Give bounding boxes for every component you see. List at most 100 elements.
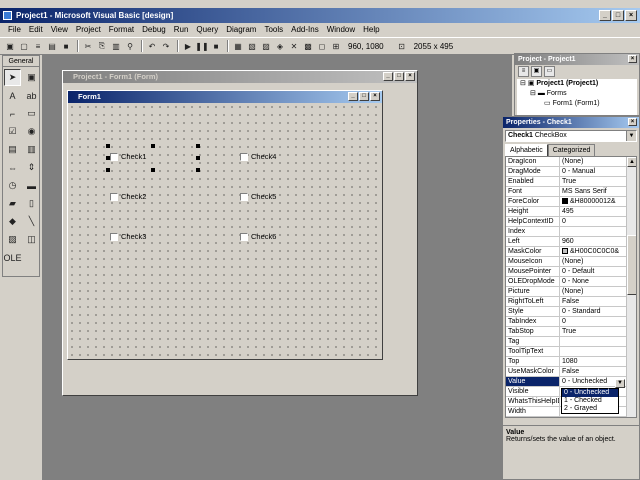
property-row[interactable]: UseMaskColor False xyxy=(506,367,628,377)
designer-maximize-button[interactable]: □ xyxy=(394,72,404,81)
property-value[interactable]: 495 xyxy=(560,207,628,216)
check4-checkbox[interactable]: Check4 xyxy=(240,152,276,161)
property-row[interactable]: DragIcon (None) xyxy=(506,157,628,167)
menu-add-ins[interactable]: Add-Ins xyxy=(287,23,323,37)
checkbox-tool-icon[interactable]: ☑ xyxy=(4,123,21,140)
toolbox-icon[interactable]: ✕ xyxy=(288,40,300,52)
menu-editor-icon[interactable]: ≡ xyxy=(32,40,44,52)
menu-run[interactable]: Run xyxy=(170,23,193,37)
label-tool-icon[interactable]: A xyxy=(4,87,21,104)
property-row[interactable]: Picture (None) xyxy=(506,287,628,297)
property-value[interactable]: 0 - Manual xyxy=(560,167,628,176)
toolbox-tab-general[interactable]: General xyxy=(3,56,39,67)
property-row[interactable]: OLEDropMode 0 - None xyxy=(506,277,628,287)
property-row[interactable]: Value 0 - Unchecked xyxy=(506,377,628,387)
save-project-icon[interactable]: ■ xyxy=(60,40,72,52)
tree-item-forms[interactable]: ⊟ ▬ Forms xyxy=(520,89,637,99)
selection-handle[interactable] xyxy=(106,144,110,148)
property-value[interactable]: False xyxy=(560,367,628,376)
property-row[interactable]: TabIndex 0 xyxy=(506,317,628,327)
tree-item-form1[interactable]: ▭ Form1 (Form1) xyxy=(520,99,637,109)
close-button[interactable]: × xyxy=(625,10,637,21)
property-row[interactable]: Left 960 xyxy=(506,237,628,247)
property-value[interactable]: True xyxy=(560,327,628,336)
designer-close-button[interactable]: × xyxy=(405,72,415,81)
listbox-tool-icon[interactable]: ▥ xyxy=(23,141,40,158)
shape-tool-icon[interactable]: ◆ xyxy=(4,213,21,230)
object-browser-icon[interactable]: ◈ xyxy=(274,40,286,52)
property-value[interactable]: 0 - Standard xyxy=(560,307,628,316)
menu-window[interactable]: Window xyxy=(323,23,359,37)
open-project-icon[interactable]: ▤ xyxy=(46,40,58,52)
find-icon[interactable]: ⚲ xyxy=(124,40,136,52)
chevron-down-icon[interactable]: ▼ xyxy=(626,131,636,141)
optionbutton-tool-icon[interactable]: ◉ xyxy=(23,123,40,140)
property-value[interactable]: MS Sans Serif xyxy=(560,187,628,196)
ole-tool-icon[interactable]: OLE xyxy=(4,249,22,266)
dirlistbox-tool-icon[interactable]: ▰ xyxy=(4,195,21,212)
undo-icon[interactable]: ↶ xyxy=(146,40,158,52)
project-explorer-icon[interactable]: ▦ xyxy=(232,40,244,52)
value-dropdown-button[interactable]: ▼ xyxy=(615,379,625,388)
dropdown-option[interactable]: 2 - Grayed xyxy=(562,405,618,413)
check1-checkbox[interactable]: Check1 xyxy=(110,152,146,161)
scroll-thumb[interactable] xyxy=(627,235,636,295)
menu-edit[interactable]: Edit xyxy=(25,23,47,37)
form1-design-surface[interactable]: Check1 Check2 Check3 Check4 Check5 Check… xyxy=(68,103,382,359)
toggle-folders-icon[interactable]: ▭ xyxy=(544,66,555,77)
paste-icon[interactable]: ▥ xyxy=(110,40,122,52)
property-row[interactable]: Tag xyxy=(506,337,628,347)
check5-checkbox[interactable]: Check5 xyxy=(240,192,276,201)
check6-checkbox[interactable]: Check6 xyxy=(240,232,276,241)
property-row[interactable]: Height 495 xyxy=(506,207,628,217)
property-row[interactable]: HelpContextID 0 xyxy=(506,217,628,227)
property-grid-scrollbar[interactable]: ▲ xyxy=(626,157,636,417)
property-row[interactable]: Index xyxy=(506,227,628,237)
property-value[interactable]: (None) xyxy=(560,257,628,266)
form1-close-button[interactable]: × xyxy=(370,92,380,101)
selection-handle[interactable] xyxy=(106,168,110,172)
selection-handle[interactable] xyxy=(151,168,155,172)
property-value[interactable]: &H80000012& xyxy=(560,197,628,206)
tab-categorized[interactable]: Categorized xyxy=(547,144,596,156)
menu-help[interactable]: Help xyxy=(359,23,383,37)
property-value[interactable]: &H00C0C0C0& xyxy=(560,247,628,256)
property-row[interactable]: RightToLeft False xyxy=(506,297,628,307)
designer-minimize-button[interactable]: _ xyxy=(383,72,393,81)
tree-item-project[interactable]: ⊟ ▣ Project1 (Project1) xyxy=(520,79,637,89)
add-form-icon[interactable]: ▢ xyxy=(18,40,30,52)
selection-handle[interactable] xyxy=(196,156,200,160)
menu-query[interactable]: Query xyxy=(192,23,222,37)
scroll-up-icon[interactable]: ▲ xyxy=(627,157,636,167)
commandbutton-tool-icon[interactable]: ▭ xyxy=(23,105,40,122)
check3-checkbox[interactable]: Check3 xyxy=(110,232,146,241)
property-value[interactable]: 0 xyxy=(560,317,628,326)
redo-icon[interactable]: ↷ xyxy=(160,40,172,52)
property-row[interactable]: MouseIcon (None) xyxy=(506,257,628,267)
property-value[interactable]: 0 - Default xyxy=(560,267,628,276)
property-row[interactable]: MaskColor &H00C0C0C0& xyxy=(506,247,628,257)
image-tool-icon[interactable]: ▨ xyxy=(4,231,21,248)
property-row[interactable]: Top 1080 xyxy=(506,357,628,367)
property-row[interactable]: Enabled True xyxy=(506,177,628,187)
menu-file[interactable]: File xyxy=(4,23,25,37)
property-value[interactable]: True xyxy=(560,177,628,186)
combobox-tool-icon[interactable]: ▤ xyxy=(4,141,21,158)
property-value[interactable]: 960 xyxy=(560,237,628,246)
data-view-icon[interactable]: ▩ xyxy=(302,40,314,52)
property-row[interactable]: DragMode 0 - Manual xyxy=(506,167,628,177)
copy-icon[interactable]: ⎘ xyxy=(96,40,108,52)
add-project-icon[interactable]: ▣ xyxy=(4,40,16,52)
end-icon[interactable]: ■ xyxy=(210,40,222,52)
vscrollbar-tool-icon[interactable]: ⇕ xyxy=(23,159,40,176)
dropdown-option[interactable]: 1 - Checked xyxy=(562,397,618,405)
property-value[interactable]: 0 xyxy=(560,217,628,226)
break-icon[interactable]: ❚❚ xyxy=(195,40,208,52)
property-value[interactable]: False xyxy=(560,297,628,306)
menu-tools[interactable]: Tools xyxy=(260,23,287,37)
property-row[interactable]: ToolTipText xyxy=(506,347,628,357)
property-value[interactable]: 0 - None xyxy=(560,277,628,286)
project-explorer-close-button[interactable]: × xyxy=(628,55,637,63)
textbox-tool-icon[interactable]: ab xyxy=(23,87,40,104)
filelistbox-tool-icon[interactable]: ▯ xyxy=(23,195,40,212)
